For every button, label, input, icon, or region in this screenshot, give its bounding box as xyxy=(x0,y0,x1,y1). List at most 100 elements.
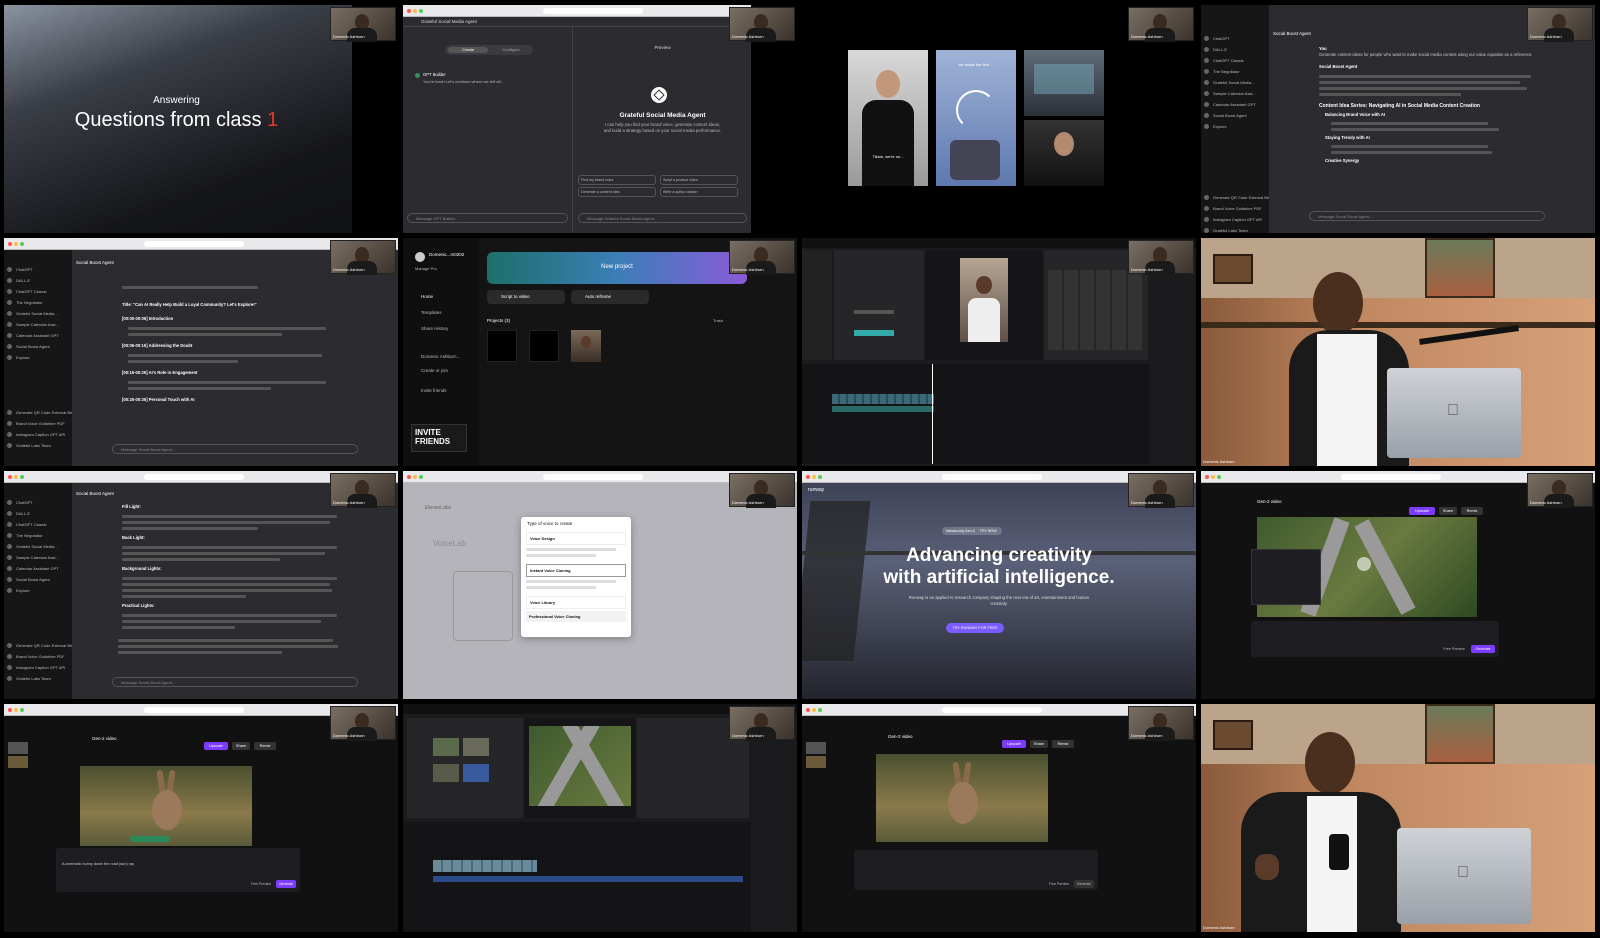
generate-button[interactable]: Generate xyxy=(1074,880,1094,888)
video-thumb-2[interactable]: we made the first ... xyxy=(936,50,1016,186)
option-voice-design[interactable]: Voice Design xyxy=(526,532,626,545)
sidebar-item[interactable]: Grateful Social Media... xyxy=(4,308,72,319)
share-button[interactable]: Share xyxy=(1030,740,1048,748)
sidebar-item[interactable]: Explore xyxy=(4,352,72,363)
video-thumb-1[interactable]: Tiktok, we're on... xyxy=(848,50,928,186)
history-item[interactable]: Generate QR Code External Bri... xyxy=(4,640,72,651)
sidebar-item-social-boost[interactable]: Social Boost Agent xyxy=(1201,110,1269,121)
script-to-video-button[interactable]: Script to video xyxy=(487,290,565,304)
tile-gpt-builder[interactable]: Grateful Social Media Agent Create Confi… xyxy=(403,5,797,233)
tile-gen2-bunny-generating[interactable]: Gen-2 video Upscale Share Remix Free Pre… xyxy=(802,704,1196,932)
timeline-clip[interactable] xyxy=(433,860,537,872)
sidebar-item-explore[interactable]: Explore xyxy=(1201,121,1269,132)
tile-gen2-bunny[interactable]: Gen-2 video Upscale Share Remix A cinema… xyxy=(4,704,398,932)
sidebar-item[interactable]: The Negotiator xyxy=(4,530,72,541)
chat-input[interactable]: Message Social Boost Agent... xyxy=(1309,211,1545,221)
tile-gen2-highway[interactable]: Gen-2 video Upscale Share Remix Free Pre… xyxy=(1201,471,1595,699)
invite-promo[interactable]: INVITE FRIENDS xyxy=(411,424,467,452)
new-project-banner[interactable]: New project xyxy=(487,252,747,284)
history-item[interactable]: Instagram Caption GPT API xyxy=(4,662,72,673)
history-item[interactable]: Brand Voice Guideline PDF xyxy=(4,418,72,429)
sidebar-item[interactable]: Social Boost Agent xyxy=(4,341,72,352)
sidebar-item[interactable]: ChatGPT xyxy=(4,264,72,275)
nav-create-join[interactable]: Create or join xyxy=(421,368,448,373)
plan-label[interactable]: Manage Pro xyxy=(415,266,437,271)
builder-input[interactable]: Message GPT Builder... xyxy=(407,213,568,223)
tile-short-videos[interactable]: Tiktok, we're on... we made the first ..… xyxy=(802,5,1196,233)
nav-invite[interactable]: Invite friends xyxy=(421,388,447,393)
audio-clip[interactable] xyxy=(832,406,934,412)
runway-logo[interactable]: runway xyxy=(808,487,824,493)
intro-badge[interactable]: Introducing Gen-2 TRY NOW xyxy=(942,527,1002,535)
tile-video-script-chat[interactable]: ChatGPT DALL-E ChatGPT Classic The Negot… xyxy=(4,238,398,466)
sidebar-item[interactable]: Grateful Social Media... xyxy=(4,541,72,552)
auto-reframe-button[interactable]: Auto reframe xyxy=(571,290,649,304)
upscale-button[interactable]: Upscale xyxy=(1002,740,1026,748)
share-button[interactable]: Share xyxy=(1439,507,1457,515)
timeline[interactable] xyxy=(403,822,751,932)
option-instant-cloning[interactable]: Instant Voice Cloning xyxy=(526,564,626,577)
sidebar-item[interactable]: Sample Calendar Assi... xyxy=(4,319,72,330)
tab-configure[interactable]: Configure xyxy=(491,47,531,53)
tile-video-timeline[interactable]: Domenic Ashburn xyxy=(802,238,1196,466)
upscale-button[interactable]: Upscale xyxy=(204,742,228,750)
project-thumb[interactable] xyxy=(571,330,601,362)
timeline-clip[interactable] xyxy=(832,394,934,404)
video-preview[interactable] xyxy=(80,766,252,846)
upscale-button[interactable]: Upscale xyxy=(1409,507,1435,515)
free-preview-button[interactable]: Free Preview xyxy=(1048,880,1070,888)
share-button[interactable]: Share xyxy=(232,742,250,750)
tile-voicelab[interactable]: ElevenLabs VoiceLab Type of voice to cre… xyxy=(403,471,797,699)
timeline[interactable] xyxy=(802,364,1150,464)
tile-editor-highway[interactable]: Domenic Ashburn xyxy=(403,704,797,932)
play-icon[interactable] xyxy=(1357,557,1371,571)
tile-lighting-chat[interactable]: ChatGPT DALL-E ChatGPT Classic The Negot… xyxy=(4,471,398,699)
sidebar-item[interactable]: ChatGPT Classic xyxy=(4,286,72,297)
tab-create[interactable]: Create xyxy=(448,47,488,53)
nav-templates[interactable]: Templates xyxy=(421,310,442,315)
sidebar-item[interactable]: Social Boost Agent xyxy=(4,574,72,585)
free-preview-button[interactable]: Free Preview xyxy=(1441,645,1467,653)
nav-home[interactable]: Home xyxy=(421,294,433,299)
team-footer[interactable]: Grateful Labs Team xyxy=(4,440,72,451)
sidebar-item[interactable]: ChatGPT xyxy=(4,497,72,508)
option-voice-library[interactable]: Voice Library xyxy=(526,596,626,609)
tile-video-editor-home[interactable]: Domenic...m0202 Manage Pro Home Template… xyxy=(403,238,797,466)
generate-button[interactable]: Generate xyxy=(276,880,296,888)
history-item[interactable]: Generate QR Code External Bri... xyxy=(4,407,72,418)
agent-input[interactable]: Message Grateful Social Media Agent... xyxy=(578,213,747,223)
team-footer[interactable]: Grateful Labs Team xyxy=(1201,225,1269,233)
sidebar-item-chatgpt[interactable]: ChatGPT xyxy=(1201,33,1269,44)
sidebar-item[interactable]: Explore xyxy=(4,585,72,596)
remix-button[interactable]: Remix xyxy=(254,742,276,750)
tile-runway-landing[interactable]: runway Introducing Gen-2 TRY NOW Advanci… xyxy=(802,471,1196,699)
starter-2[interactable]: Script a product video xyxy=(660,175,738,185)
project-thumb[interactable] xyxy=(529,330,559,362)
history-item[interactable]: Instagram Caption GPT API xyxy=(4,429,72,440)
sidebar-item[interactable]: Calendar Assistant GPT xyxy=(4,330,72,341)
history-item[interactable]: Brand Voice Guideline PDF xyxy=(4,651,72,662)
starter-1[interactable]: Find my brand voice xyxy=(578,175,656,185)
sidebar-item[interactable]: Calendar Assistant GPT xyxy=(4,563,72,574)
sidebar-item[interactable]: DALL-E xyxy=(4,275,72,286)
free-preview-button[interactable]: Free Preview xyxy=(250,880,272,888)
starter-4[interactable]: Write a quirky caption xyxy=(660,187,738,197)
remix-button[interactable]: Remix xyxy=(1052,740,1074,748)
sidebar-item-negotiator[interactable]: The Negotiator xyxy=(1201,66,1269,77)
playhead[interactable] xyxy=(932,364,933,464)
sidebar-item[interactable]: The Negotiator xyxy=(4,297,72,308)
tile-presenter-camera[interactable]:  Domenic Ashburn xyxy=(1201,238,1595,466)
history-item[interactable]: Brand Voice Guideline PDF xyxy=(1201,203,1269,214)
nav-share-history[interactable]: Share History xyxy=(421,326,448,331)
remix-button[interactable]: Remix xyxy=(1461,507,1483,515)
nav-workspace[interactable]: Domenic Ashburn... xyxy=(421,354,460,359)
option-professional-cloning[interactable]: Professional Voice Cloning xyxy=(526,611,626,622)
generate-button[interactable]: Generate xyxy=(1471,645,1495,653)
video-thumb-3[interactable] xyxy=(1024,50,1104,116)
history-item[interactable]: Instagram Caption GPT API xyxy=(1201,214,1269,225)
tile-social-boost-chat[interactable]: ChatGPT DALL-E ChatGPT Classic The Negot… xyxy=(1201,5,1595,233)
audio-clip[interactable] xyxy=(433,876,743,882)
tile-presenter-phone[interactable]:  Domenic Ashburn xyxy=(1201,704,1595,932)
video-preview[interactable] xyxy=(876,754,1048,842)
starter-3[interactable]: Generate a content idea xyxy=(578,187,656,197)
